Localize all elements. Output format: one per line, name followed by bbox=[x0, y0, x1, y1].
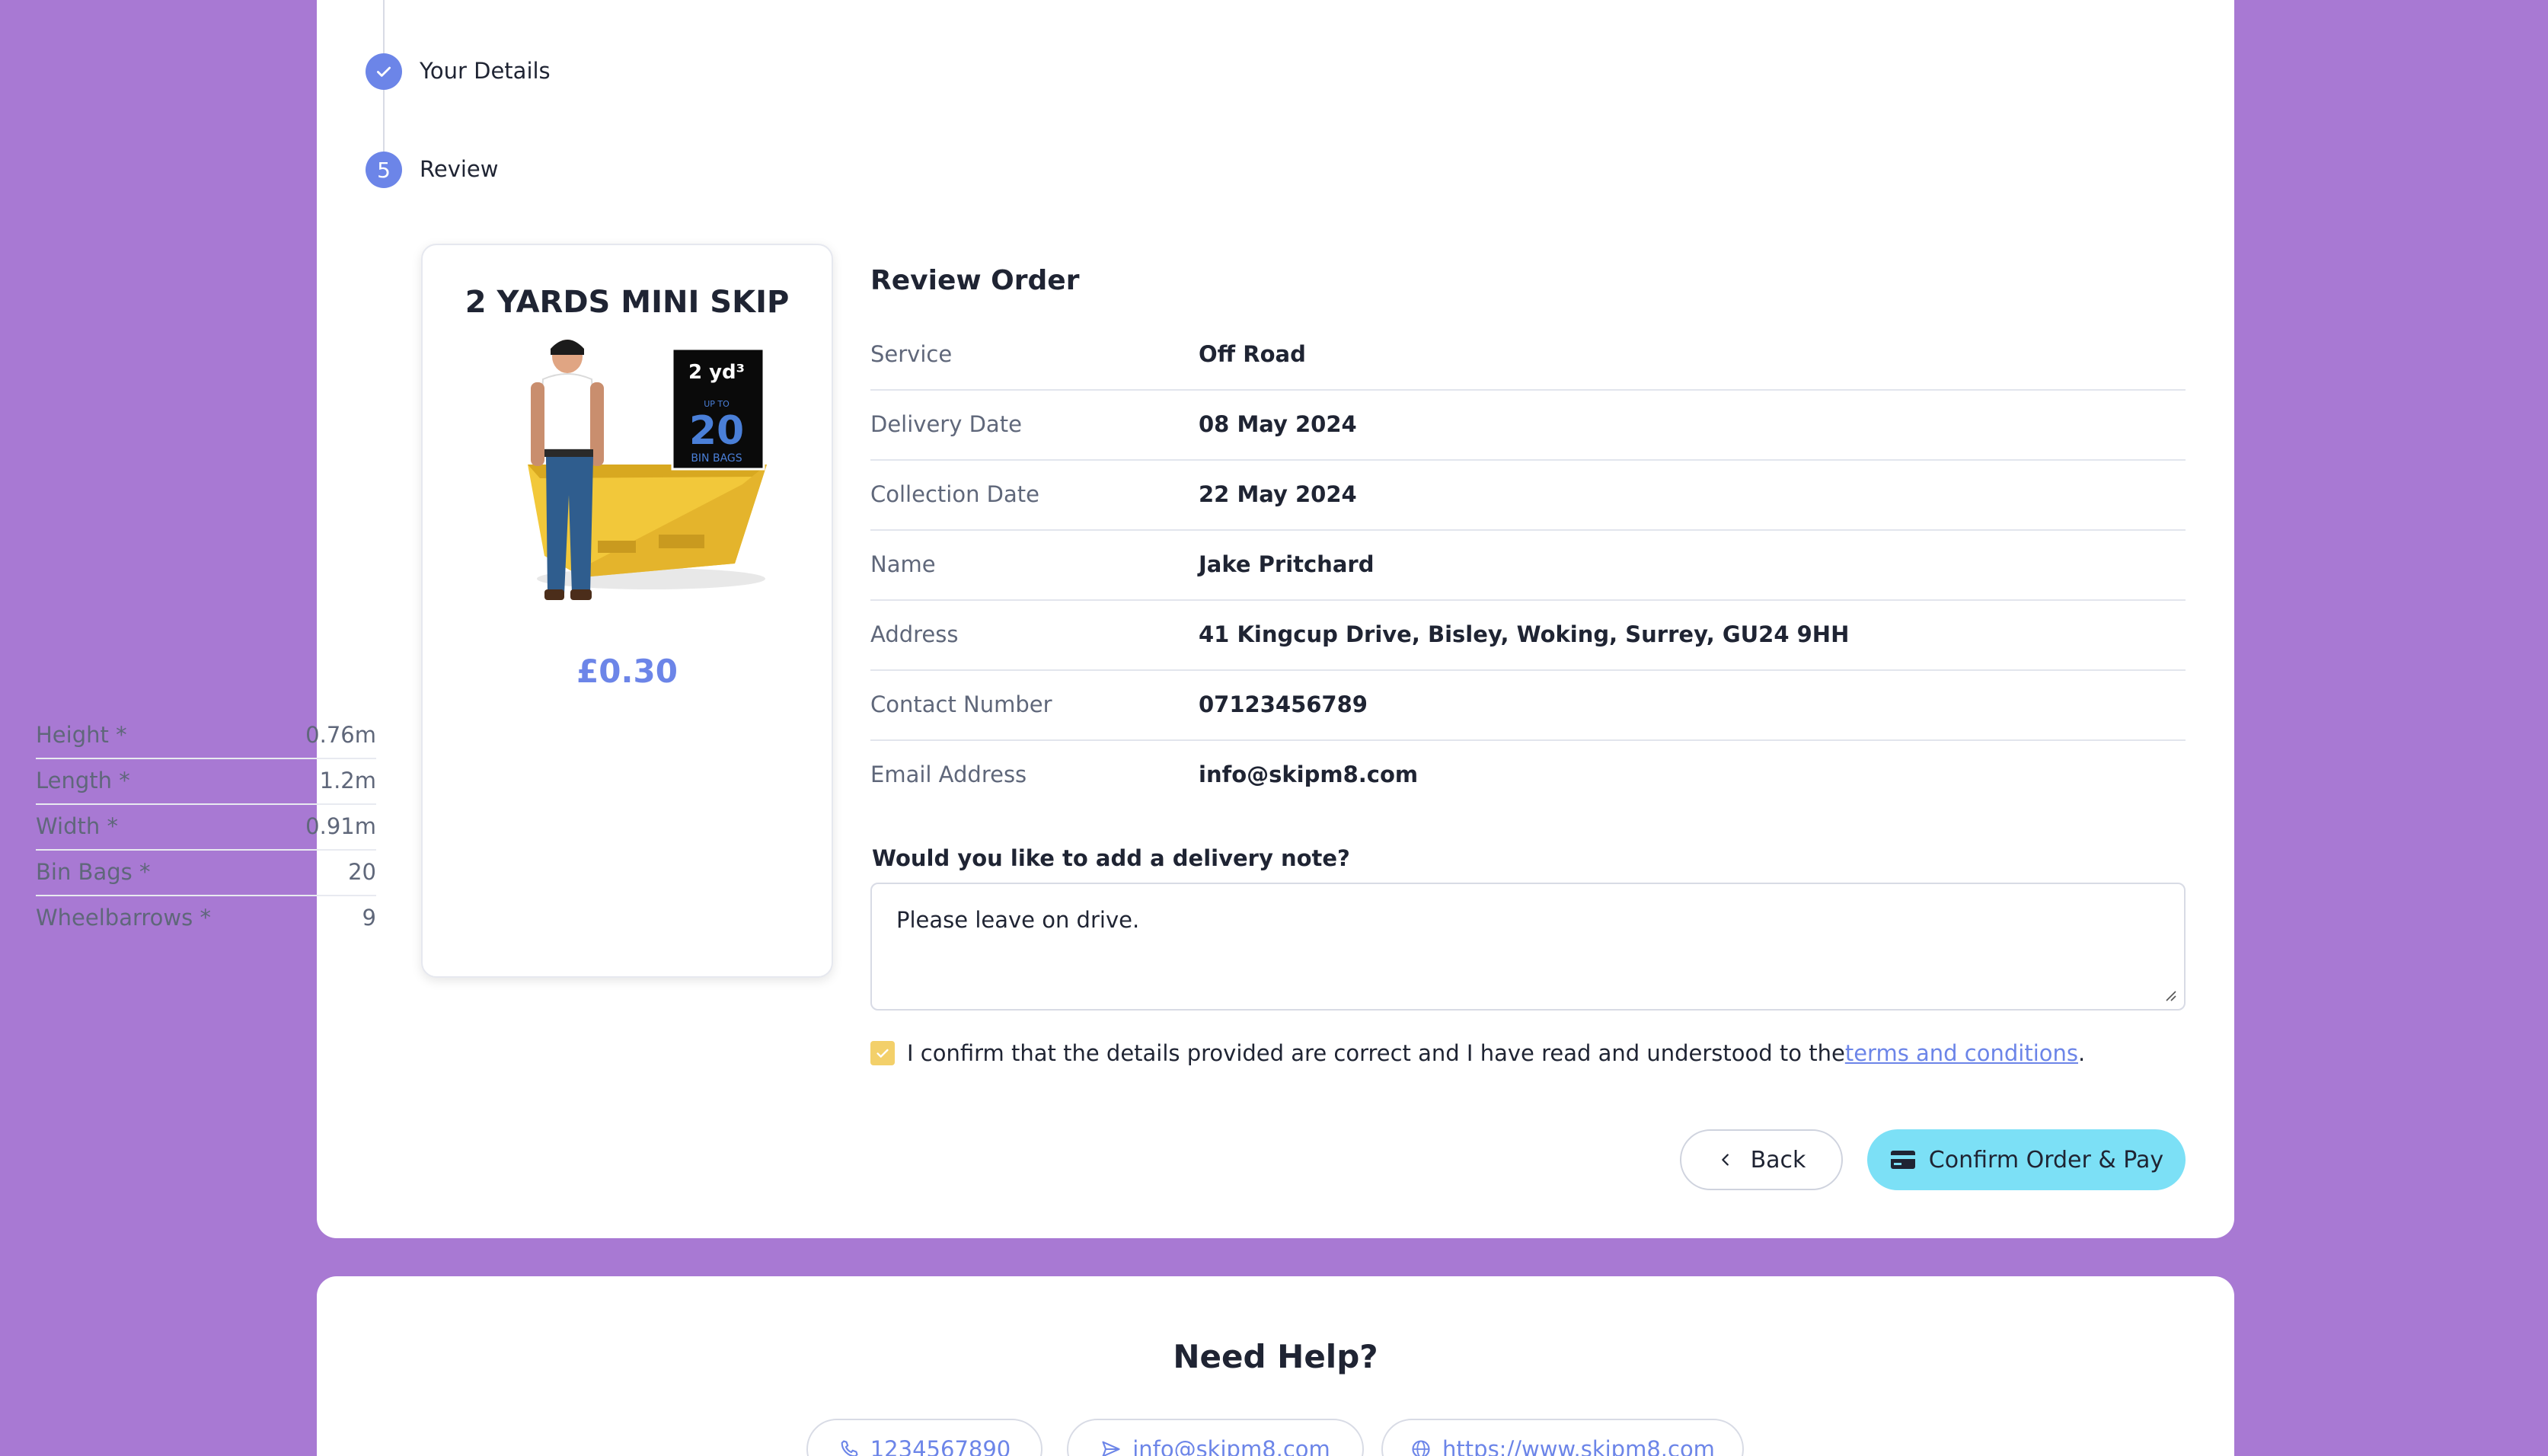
review-value-email: info@skipm8.com bbox=[1199, 762, 1419, 787]
spec-row-bin-bags: Bin Bags * 20 bbox=[36, 849, 376, 895]
review-value-name: Jake Pritchard bbox=[1199, 551, 1375, 577]
back-label: Back bbox=[1750, 1146, 1806, 1173]
chevron-left-icon bbox=[1721, 1154, 1729, 1166]
confirm-end: . bbox=[2078, 1040, 2086, 1066]
help-title: Need Help? bbox=[1173, 1338, 1378, 1375]
spec-label: Wheelbarrows * bbox=[36, 905, 211, 931]
back-button[interactable]: Back bbox=[1680, 1129, 1843, 1190]
spec-value: 20 bbox=[348, 859, 376, 885]
review-label-contact-number: Contact Number bbox=[870, 691, 1052, 717]
review-label-service: Service bbox=[870, 341, 953, 367]
skip-title: 2 YARDS MINI SKIP bbox=[465, 285, 790, 320]
review-value-contact-number: 07123456789 bbox=[1199, 691, 1368, 717]
spec-label: Width * bbox=[36, 813, 118, 839]
divider bbox=[870, 669, 2186, 671]
review-value-collection-date: 22 May 2024 bbox=[1199, 481, 1357, 507]
help-email: info@skipm8.com bbox=[1132, 1436, 1330, 1456]
badge-bags-label: BIN BAGS bbox=[691, 452, 742, 465]
help-email-button[interactable]: info@skipm8.com bbox=[1067, 1419, 1364, 1456]
resize-handle-icon[interactable] bbox=[2164, 989, 2176, 1001]
help-phone: 1234567890 bbox=[870, 1436, 1011, 1456]
step-number-badge: 5 bbox=[366, 152, 402, 188]
help-phone-button[interactable]: 1234567890 bbox=[806, 1419, 1043, 1456]
spec-label: Bin Bags * bbox=[36, 859, 151, 885]
delivery-note-textarea[interactable]: Please leave on drive. bbox=[870, 883, 2186, 1011]
review-value-address: 41 Kingcup Drive, Bisley, Woking, Surrey… bbox=[1199, 621, 1850, 647]
help-website-button[interactable]: https://www.skipm8.com bbox=[1381, 1419, 1744, 1456]
confirm-checkbox[interactable] bbox=[870, 1041, 895, 1065]
step-label-your-details[interactable]: Your Details bbox=[420, 58, 551, 84]
review-label-address: Address bbox=[870, 621, 959, 647]
confirm-order-pay-button[interactable]: Confirm Order & Pay bbox=[1867, 1129, 2186, 1190]
pay-label: Confirm Order & Pay bbox=[1928, 1146, 2164, 1173]
delivery-note-text: Please leave on drive. bbox=[896, 907, 1140, 933]
badge-size: 2 yd³ bbox=[688, 361, 746, 384]
confirm-text: I confirm that the details provided are … bbox=[907, 1040, 1845, 1066]
stepper-line bbox=[383, 0, 385, 53]
spec-value: 0.76m bbox=[305, 722, 376, 748]
spec-value: 9 bbox=[362, 905, 376, 931]
phone-icon bbox=[841, 1440, 858, 1456]
confirm-terms-row: I confirm that the details provided are … bbox=[870, 1040, 2085, 1066]
review-value-service: Off Road bbox=[1199, 341, 1306, 367]
spec-label: Height * bbox=[36, 722, 127, 748]
spec-row-length: Length * 1.2m bbox=[36, 758, 376, 803]
spec-value: 0.91m bbox=[305, 813, 376, 839]
step-label-review: Review bbox=[420, 156, 499, 182]
spec-row-height: Height * 0.76m bbox=[36, 712, 376, 758]
check-icon bbox=[377, 66, 391, 77]
globe-icon bbox=[1412, 1440, 1430, 1456]
skip-card: 2 YARDS MINI SKIP 2 yd³ UP TO 20 BIN BAG… bbox=[421, 244, 833, 978]
credit-card-icon bbox=[1890, 1151, 1915, 1169]
divider bbox=[870, 389, 2186, 391]
spec-label: Length * bbox=[36, 768, 130, 793]
spec-row-width: Width * 0.91m bbox=[36, 803, 376, 849]
review-value-delivery-date: 08 May 2024 bbox=[1199, 411, 1357, 437]
review-label-name: Name bbox=[870, 551, 936, 577]
delivery-note-label: Would you like to add a delivery note? bbox=[872, 845, 1350, 871]
stepper-line bbox=[383, 90, 385, 152]
skip-price: £0.30 bbox=[576, 653, 678, 690]
divider bbox=[870, 459, 2186, 461]
step-complete-badge bbox=[366, 53, 402, 90]
check-icon bbox=[876, 1049, 889, 1058]
review-title: Review Order bbox=[870, 265, 1080, 296]
review-label-email: Email Address bbox=[870, 762, 1027, 787]
help-website: https://www.skipm8.com bbox=[1442, 1436, 1715, 1456]
divider bbox=[870, 529, 2186, 531]
divider bbox=[870, 739, 2186, 741]
divider bbox=[870, 599, 2186, 601]
send-icon bbox=[1102, 1441, 1120, 1456]
badge-bags: 20 bbox=[688, 408, 745, 454]
spec-row-wheelbarrows: Wheelbarrows * 9 bbox=[36, 895, 376, 940]
spec-value: 1.2m bbox=[319, 768, 376, 793]
terms-link[interactable]: terms and conditions bbox=[1845, 1040, 2078, 1066]
review-label-delivery-date: Delivery Date bbox=[870, 411, 1022, 437]
review-label-collection-date: Collection Date bbox=[870, 481, 1039, 507]
